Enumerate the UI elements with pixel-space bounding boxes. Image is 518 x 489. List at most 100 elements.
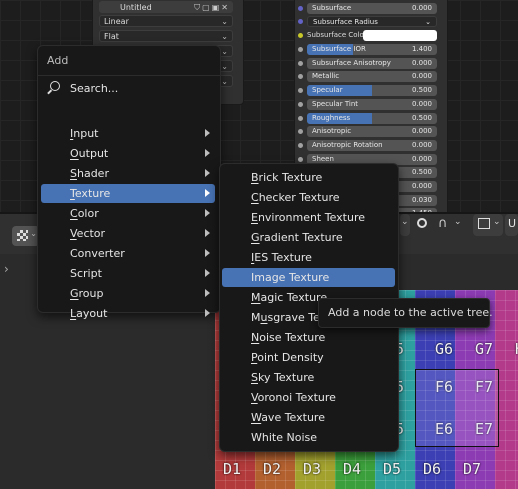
socket-icon[interactable]: [298, 33, 303, 38]
image-name: Untitled: [120, 3, 152, 12]
label-text: ector: [76, 227, 106, 240]
field-value: 0.000: [411, 72, 432, 81]
socket-icon[interactable]: [298, 156, 303, 162]
chevron-right-icon: [205, 169, 210, 177]
proportional-falloff-button[interactable]: ∩ ⌄: [436, 214, 468, 236]
socket-icon[interactable]: [298, 101, 303, 107]
value-slider[interactable]: Subsurface Anisotropy 0.000: [307, 57, 437, 69]
socket-icon[interactable]: [298, 115, 303, 121]
menu-item-voronoi-texture[interactable]: Voronoi Texture: [222, 388, 395, 407]
socket-icon[interactable]: [298, 47, 303, 52]
accelerator-key: G: [70, 287, 79, 300]
chevron-down-icon: ⌄: [221, 77, 228, 86]
menu-item-label: Color: [70, 207, 99, 220]
label-text: utput: [78, 147, 109, 160]
menu-item-shader[interactable]: Shader: [41, 164, 215, 183]
field-label: Roughness: [312, 113, 351, 122]
menu-item-image-texture[interactable]: Image Texture: [222, 268, 395, 287]
field-label: Metallic: [312, 72, 340, 81]
image-browse-button[interactable]: ⌄: [473, 214, 503, 236]
menu-item-label: Converter: [70, 247, 125, 260]
menu-item-environment-texture[interactable]: Environment Texture: [222, 208, 395, 227]
menu-item-group[interactable]: Group: [41, 284, 215, 303]
socket-icon[interactable]: [298, 19, 303, 24]
uv-grid-label: D2: [263, 460, 282, 478]
menu-item-label: Point Density: [251, 351, 324, 364]
socket-icon[interactable]: [298, 6, 303, 11]
field-label: Subsurface Anisotropy: [312, 58, 391, 67]
menu-item-output[interactable]: Output: [41, 144, 215, 163]
accelerator-key: B: [251, 171, 259, 184]
menu-item-texture[interactable]: Texture: [41, 184, 215, 203]
socket-icon[interactable]: [298, 142, 303, 148]
image-datablock-field[interactable]: Untitled ⛉▢▣✕: [99, 1, 233, 13]
uv-menu-button[interactable]: U: [505, 214, 518, 236]
label-text: ayout: [76, 307, 108, 320]
menu-item-label: Texture: [70, 187, 110, 200]
image-datablock-buttons[interactable]: ⛉▢▣✕: [194, 2, 230, 13]
uv-grid-label: G7: [475, 340, 494, 358]
menu-item-label: Image Texture: [251, 271, 329, 284]
editor-type-button[interactable]: ⌄: [12, 226, 40, 246]
value-slider[interactable]: Subsurface IOR 1.400: [307, 44, 437, 55]
search-menu-item[interactable]: Search...: [46, 78, 212, 100]
label-text: hader: [76, 167, 109, 180]
chevron-right-icon[interactable]: ›: [4, 262, 9, 276]
subsurface-field[interactable]: Subsurface 0.000: [307, 3, 437, 14]
uv-selection-box[interactable]: [415, 369, 499, 447]
label-text: White Noise: [251, 431, 317, 444]
menu-item-script[interactable]: Script: [41, 264, 215, 283]
menu-item-label: Environment Texture: [251, 211, 365, 224]
chevron-down-icon: ⌄: [493, 217, 501, 227]
menu-item-label: Voronoi Texture: [251, 391, 336, 404]
value-slider[interactable]: Specular Tint 0.000: [307, 98, 437, 110]
label-text: roup: [78, 287, 104, 300]
menu-item-point-density[interactable]: Point Density: [222, 348, 395, 367]
field-label: Anisotropic Rotation: [312, 140, 383, 149]
add-menu: Add Search... Input Output Shader Texture Co…: [37, 45, 221, 320]
label-text: oint Density: [257, 351, 324, 364]
accelerator-key: O: [70, 147, 79, 160]
subsurface-color-swatch[interactable]: [363, 30, 437, 41]
accelerator-key: C: [251, 191, 259, 204]
subsurface-method-select[interactable]: Subsurface Radius ⌄: [307, 16, 437, 27]
menu-item-wave-texture[interactable]: Wave Texture: [222, 408, 395, 427]
label-text: Image Texture: [251, 271, 330, 284]
menu-item-white-noise[interactable]: White Noise: [222, 428, 395, 447]
accelerator-key: V: [70, 227, 77, 240]
value-slider[interactable]: Anisotropic Rotation 0.000: [307, 139, 437, 151]
interpolation-value: Linear: [104, 17, 129, 26]
falloff-icon: ∩: [438, 216, 448, 231]
menu-item-layout[interactable]: Layout: [41, 304, 215, 323]
uv-grid-label: D6: [423, 460, 442, 478]
menu-item-converter[interactable]: Converter: [41, 244, 215, 263]
socket-icon[interactable]: [298, 129, 303, 135]
label-text: nvironment Texture: [257, 211, 366, 224]
menu-item-gradient-texture[interactable]: Gradient Texture: [222, 228, 395, 247]
menu-item-vector[interactable]: Vector: [41, 224, 215, 243]
socket-icon[interactable]: [298, 88, 303, 94]
menu-item-color[interactable]: Color: [41, 204, 215, 223]
menu-item-sky-texture[interactable]: Sky Texture: [222, 368, 395, 387]
menu-item-label: Gradient Texture: [251, 231, 343, 244]
value-slider[interactable]: Roughness 0.500: [307, 112, 437, 124]
field-value: 0.000: [411, 182, 432, 190]
menu-item-input[interactable]: Input: [41, 124, 215, 143]
pivot-button[interactable]: [414, 214, 438, 236]
menu-item-ies-texture[interactable]: IES Texture: [222, 248, 395, 267]
value-slider[interactable]: Anisotropic 0.000: [307, 126, 437, 138]
menu-item-noise-texture[interactable]: Noise Texture: [222, 328, 395, 347]
value-slider[interactable]: Metallic 0.000: [307, 71, 437, 83]
header-button[interactable]: ⌄: [400, 214, 410, 236]
socket-icon[interactable]: [298, 74, 303, 80]
menu-item-brick-texture[interactable]: Brick Texture: [222, 168, 395, 187]
uv-grid-label: D1: [223, 460, 242, 478]
interpolation-select[interactable]: Linear ⌄: [99, 15, 233, 27]
value-slider[interactable]: Specular 0.500: [307, 85, 437, 97]
field-value: 0.500: [411, 113, 432, 122]
menu-item-checker-texture[interactable]: Checker Texture: [222, 188, 395, 207]
projection-select[interactable]: Flat ⌄: [99, 30, 233, 42]
pivot-icon: [417, 218, 427, 228]
field-value: 0.000: [411, 4, 432, 12]
socket-icon[interactable]: [298, 60, 303, 66]
